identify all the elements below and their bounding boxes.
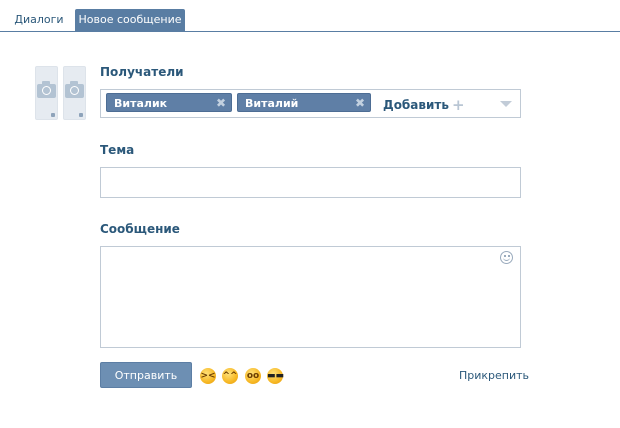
cool-emoji-icon[interactable]: ▬▬ (267, 368, 284, 384)
recipient-chip[interactable]: Виталик ✖ (106, 93, 232, 112)
smile-emoji-icon[interactable]: ^^ (222, 368, 238, 384)
add-recipient-button[interactable]: Добавить + (383, 96, 465, 114)
laughing-emoji-icon[interactable]: >< (200, 368, 216, 384)
recipient-chip-name: Виталик (114, 97, 168, 110)
recipient-chip[interactable]: Виталий ✖ (237, 93, 371, 112)
online-dot-icon (51, 113, 55, 117)
online-dot-icon (79, 113, 83, 117)
recipients-field[interactable]: Виталик ✖ Виталий ✖ Добавить + (100, 89, 521, 118)
recipient-chip-name: Виталий (245, 97, 299, 110)
camera-icon (37, 81, 56, 98)
surprised-emoji-icon[interactable]: oo (245, 368, 261, 384)
send-button[interactable]: Отправить (100, 362, 192, 388)
message-textarea[interactable] (100, 246, 521, 348)
plus-icon: + (451, 96, 465, 114)
chevron-down-icon[interactable] (500, 101, 512, 107)
recipients-label: Получатели (100, 65, 184, 79)
camera-icon (65, 81, 84, 98)
subject-input[interactable] (100, 167, 521, 198)
remove-icon[interactable]: ✖ (355, 94, 365, 113)
message-label: Сообщение (100, 222, 180, 236)
tab-new-message[interactable]: Новое сообщение (75, 9, 185, 31)
tab-dialogs[interactable]: Диалоги (10, 9, 68, 31)
tab-bar: Диалоги Новое сообщение (0, 0, 620, 32)
recipient-avatar-2 (63, 66, 86, 120)
subject-label: Тема (100, 143, 135, 157)
attach-link[interactable]: Прикрепить (459, 369, 529, 382)
remove-icon[interactable]: ✖ (216, 94, 226, 113)
emoji-picker-icon[interactable] (500, 251, 513, 264)
recipient-avatar-1 (35, 66, 58, 120)
add-recipient-label: Добавить (383, 98, 449, 112)
